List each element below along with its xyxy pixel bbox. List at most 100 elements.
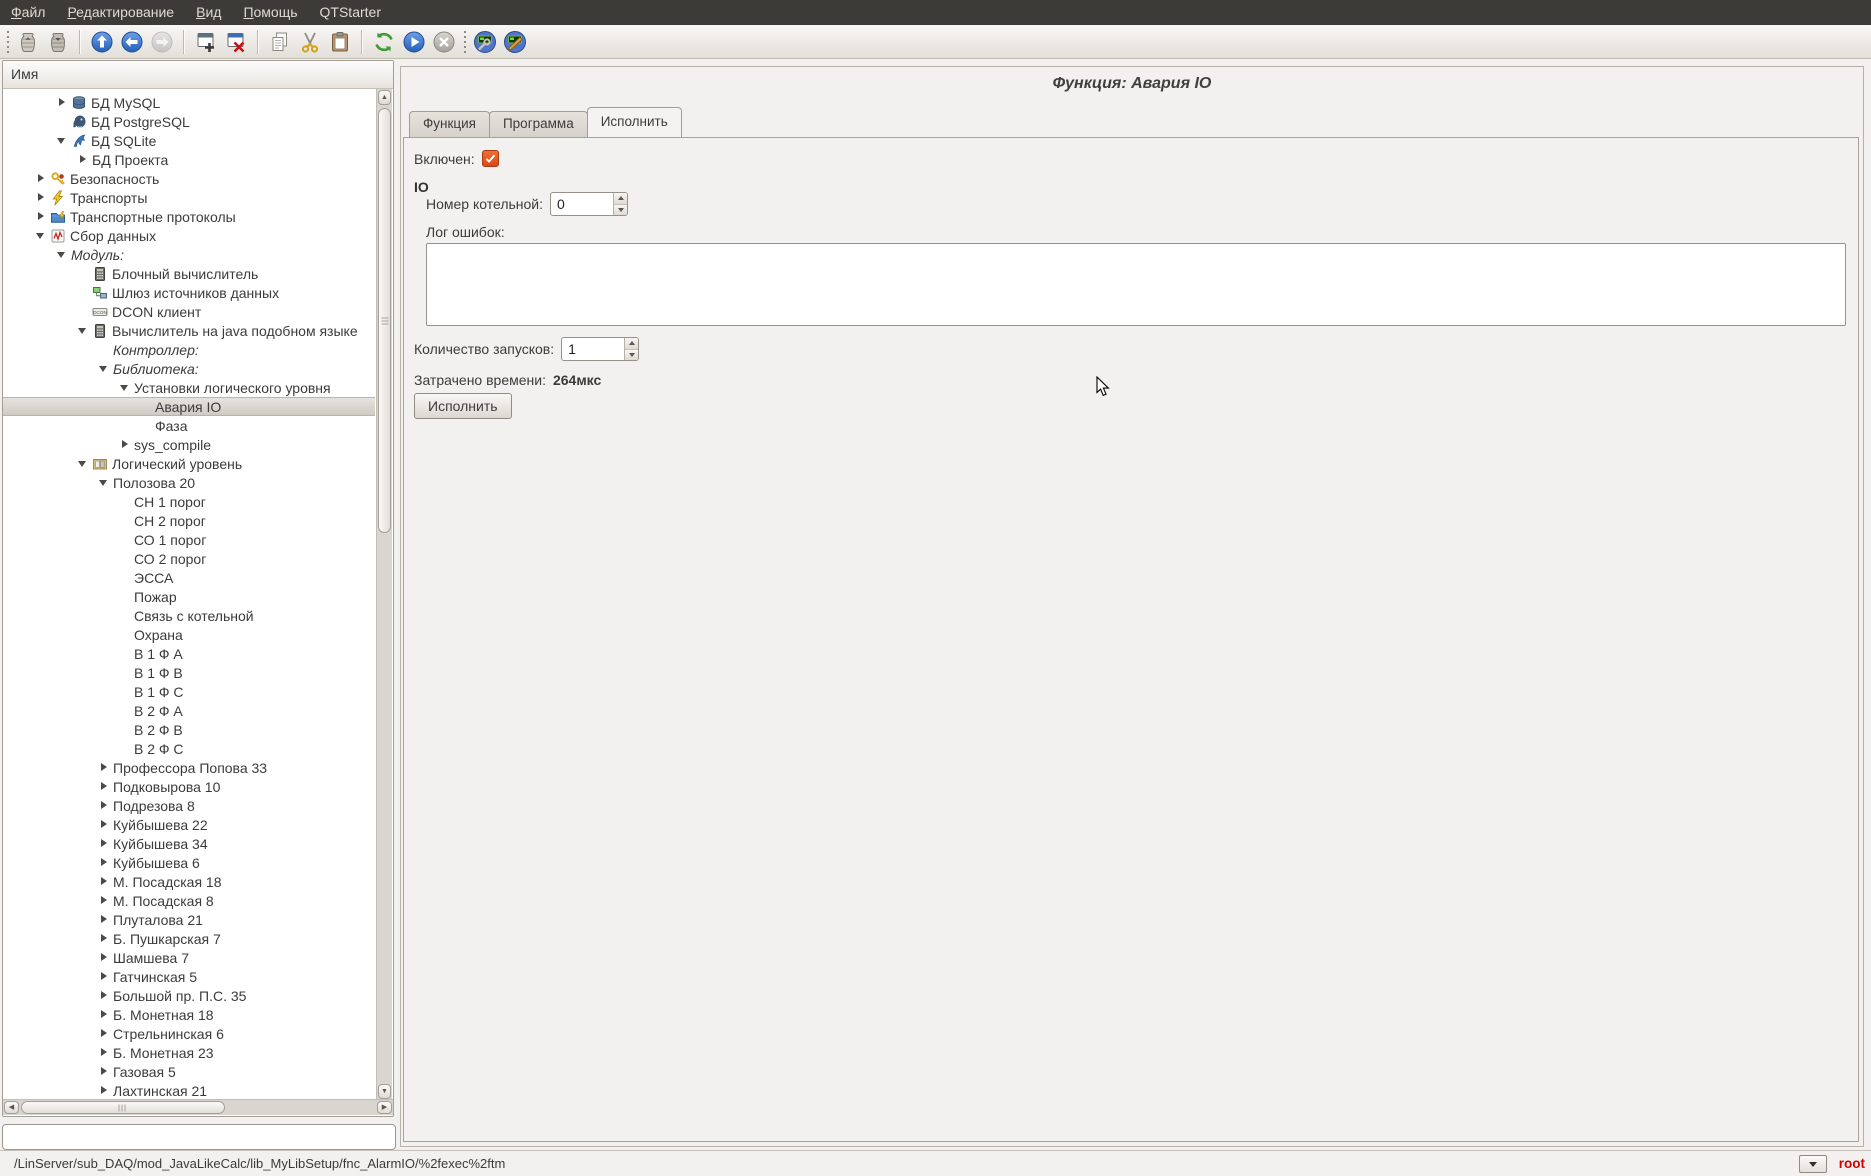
scrollbar-thumb[interactable]: [21, 1101, 225, 1114]
tree-row[interactable]: БД Проекта: [3, 150, 375, 169]
cut-item-button[interactable]: [295, 27, 325, 57]
tree-row[interactable]: DCON клиент: [3, 302, 375, 321]
expand-icon[interactable]: [35, 191, 48, 204]
scroll-down-icon[interactable]: ▼: [378, 1084, 391, 1099]
tree-row[interactable]: Библиотека:: [3, 359, 375, 378]
tree-row[interactable]: Б. Монетная 23: [3, 1043, 375, 1062]
toolbar-handle[interactable]: [462, 31, 467, 53]
expand-icon[interactable]: [98, 837, 111, 850]
tree-header-name[interactable]: Имя: [3, 61, 393, 89]
save-to-db-button[interactable]: [43, 27, 73, 57]
tree-row[interactable]: Профессора Попова 33: [3, 758, 375, 777]
tree-row[interactable]: Газовая 5: [3, 1062, 375, 1081]
tree-row[interactable]: М. Посадская 8: [3, 891, 375, 910]
expand-icon[interactable]: [35, 210, 48, 223]
tree-row[interactable]: Логический уровень: [3, 454, 375, 473]
boiler-number-value[interactable]: 0: [551, 193, 613, 215]
back-button[interactable]: [117, 27, 147, 57]
expand-icon[interactable]: [77, 153, 90, 166]
stop-update-button[interactable]: [429, 27, 459, 57]
forward-button[interactable]: [147, 27, 177, 57]
scrollbar-thumb[interactable]: [378, 108, 391, 533]
expand-icon[interactable]: [98, 894, 111, 907]
spin-up-icon[interactable]: [625, 338, 638, 350]
expand-icon[interactable]: [98, 818, 111, 831]
execute-button[interactable]: Исполнить: [414, 393, 512, 419]
tab-функция[interactable]: Функция: [409, 111, 490, 137]
tree-row[interactable]: В 2 Ф С: [3, 739, 375, 758]
tree-row[interactable]: Сбор данных: [3, 226, 375, 245]
spin-up-icon[interactable]: [614, 193, 627, 205]
refresh-button[interactable]: [369, 27, 399, 57]
vca-button[interactable]: [500, 27, 530, 57]
collapse-icon[interactable]: [119, 381, 132, 394]
tree-row[interactable]: sys_compile: [3, 435, 375, 454]
tree-row[interactable]: СН 1 порог: [3, 492, 375, 511]
expand-icon[interactable]: [98, 761, 111, 774]
add-item-button[interactable]: [191, 27, 221, 57]
tree-row[interactable]: Транспортные протоколы: [3, 207, 375, 226]
tree-row[interactable]: Подковырова 10: [3, 777, 375, 796]
expand-icon[interactable]: [98, 799, 111, 812]
tree-row[interactable]: Б. Пушкарская 7: [3, 929, 375, 948]
tab-программа[interactable]: Программа: [489, 111, 588, 137]
tree-row[interactable]: Модуль:: [3, 245, 375, 264]
expand-icon[interactable]: [98, 1008, 111, 1021]
collapse-icon[interactable]: [35, 229, 48, 242]
tree-row[interactable]: Куйбышева 6: [3, 853, 375, 872]
start-update-button[interactable]: [399, 27, 429, 57]
tree-row[interactable]: В 1 Ф В: [3, 663, 375, 682]
tree-horizontal-scrollbar[interactable]: ◀ ▶: [3, 1099, 393, 1115]
tree-row[interactable]: Безопасность: [3, 169, 375, 188]
runs-value[interactable]: 1: [562, 338, 624, 360]
menu-item-4[interactable]: QTStarter: [309, 0, 392, 25]
expand-icon[interactable]: [98, 1065, 111, 1078]
enabled-checkbox[interactable]: [482, 150, 499, 167]
tree-row[interactable]: СО 1 порог: [3, 530, 375, 549]
boiler-number-spinner[interactable]: 0: [550, 192, 628, 216]
scroll-up-icon[interactable]: ▲: [378, 90, 391, 105]
tree-row[interactable]: БД MySQL: [3, 93, 375, 112]
delete-item-button[interactable]: [221, 27, 251, 57]
tree-row[interactable]: СН 2 порог: [3, 511, 375, 530]
status-dropdown-button[interactable]: [1799, 1155, 1827, 1173]
paste-item-button[interactable]: [325, 27, 355, 57]
menu-item-0[interactable]: Файл: [0, 0, 56, 25]
tree-row[interactable]: В 1 Ф А: [3, 644, 375, 663]
collapse-icon[interactable]: [56, 248, 69, 261]
tree-row[interactable]: Связь с котельной: [3, 606, 375, 625]
tree-row[interactable]: Охрана: [3, 625, 375, 644]
menu-item-3[interactable]: Помощь: [232, 0, 308, 25]
scroll-right-icon[interactable]: ▶: [377, 1101, 392, 1114]
tree-row[interactable]: Установки логического уровня: [3, 378, 375, 397]
tree-row[interactable]: Контроллер:: [3, 340, 375, 359]
tree-row[interactable]: Лахтинская 21: [3, 1081, 375, 1100]
expand-icon[interactable]: [98, 856, 111, 869]
collapse-icon[interactable]: [56, 134, 69, 147]
menu-item-1[interactable]: Редактирование: [56, 0, 185, 25]
quick-nav-input[interactable]: [2, 1124, 396, 1150]
spin-down-icon[interactable]: [614, 205, 627, 216]
tree-row[interactable]: ЭССА: [3, 568, 375, 587]
tree-row[interactable]: Гатчинская 5: [3, 967, 375, 986]
expand-icon[interactable]: [98, 989, 111, 1002]
expand-icon[interactable]: [98, 1046, 111, 1059]
tree-row[interactable]: БД SQLite: [3, 131, 375, 150]
tree-row[interactable]: Шамшева 7: [3, 948, 375, 967]
collapse-icon[interactable]: [98, 476, 111, 489]
expand-icon[interactable]: [98, 951, 111, 964]
copy-item-button[interactable]: [265, 27, 295, 57]
tree-row[interactable]: Транспорты: [3, 188, 375, 207]
expand-icon[interactable]: [35, 172, 48, 185]
collapse-icon[interactable]: [98, 362, 111, 375]
tree-row[interactable]: Куйбышева 34: [3, 834, 375, 853]
tree-row[interactable]: Плуталова 21: [3, 910, 375, 929]
runs-spinner[interactable]: 1: [561, 337, 639, 361]
tree-row[interactable]: М. Посадская 18: [3, 872, 375, 891]
tree-row[interactable]: Стрельнинская 6: [3, 1024, 375, 1043]
tree-row[interactable]: СО 2 порог: [3, 549, 375, 568]
tree-row[interactable]: В 2 Ф В: [3, 720, 375, 739]
tab-исполнить[interactable]: Исполнить: [587, 107, 682, 137]
spin-down-icon[interactable]: [625, 350, 638, 361]
expand-icon[interactable]: [98, 1084, 111, 1097]
